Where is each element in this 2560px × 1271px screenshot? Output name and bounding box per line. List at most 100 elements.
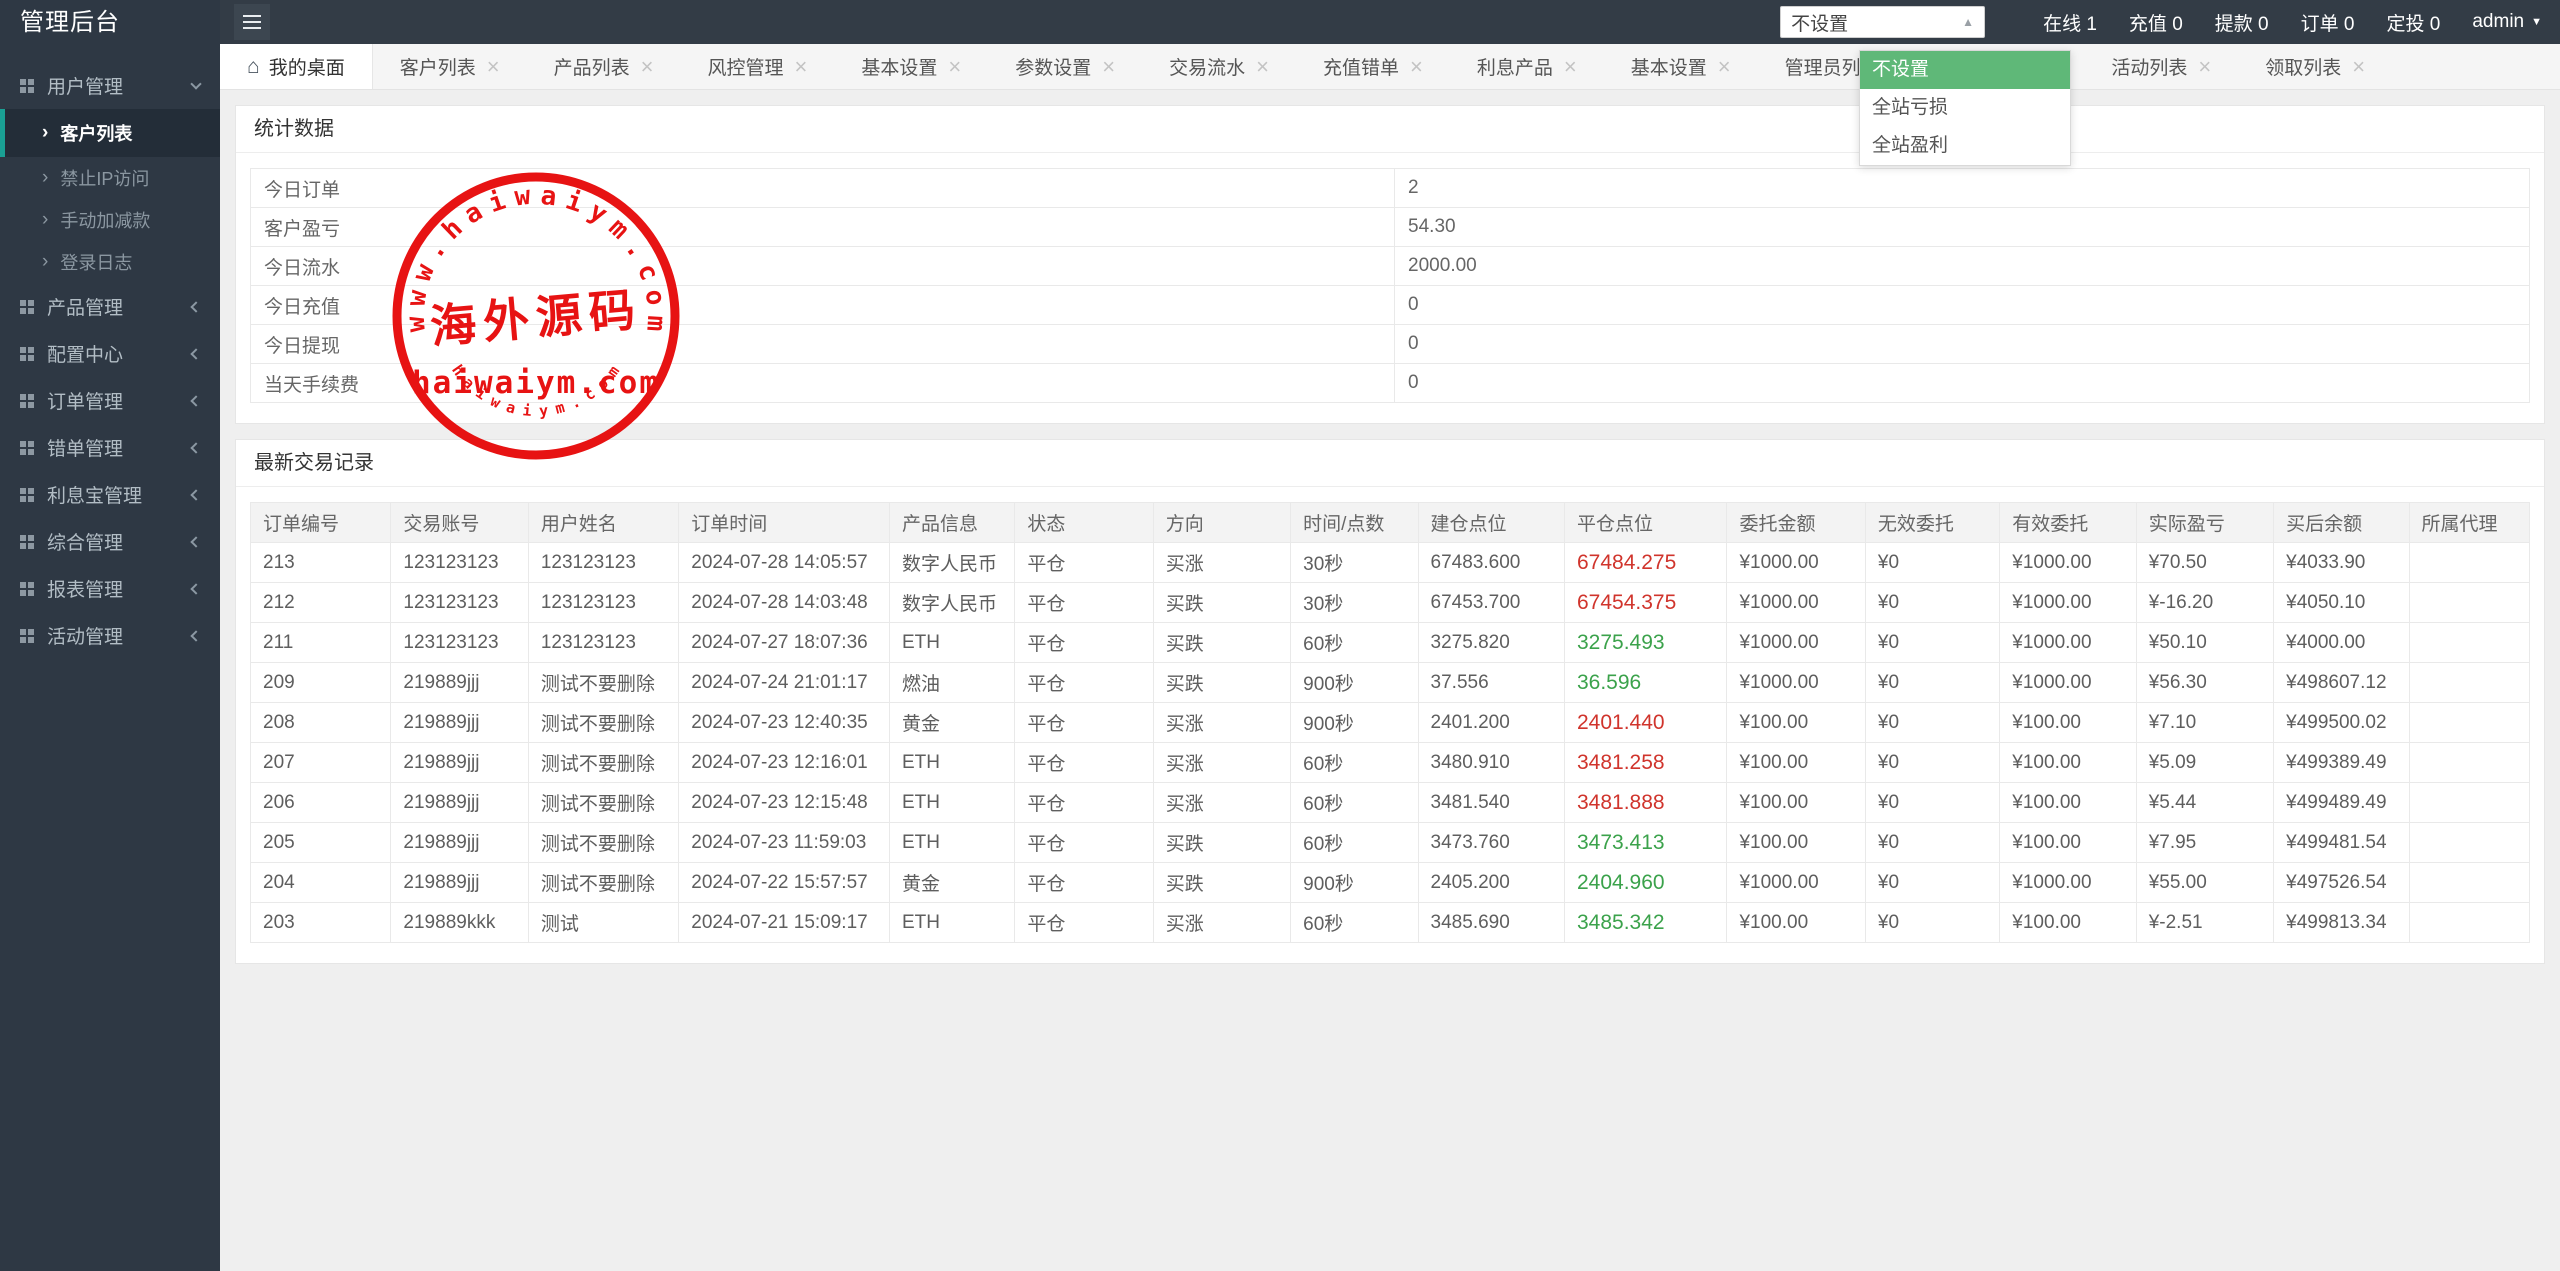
app-title: 管理后台 [20, 9, 120, 36]
sidebar-subitem-label: 客户列表 [60, 124, 133, 144]
tab[interactable]: 利息产品 [1450, 44, 1604, 89]
grid-icon [20, 78, 34, 93]
transaction-cell: 3473.413 [1563, 822, 1728, 863]
transaction-cell: ETH [888, 902, 1016, 943]
tab[interactable]: 风控管理 [680, 44, 834, 89]
sidebar-item[interactable]: 利息宝管理 [0, 471, 220, 518]
chevron-left-icon [190, 300, 202, 313]
transaction-cell: ¥499500.02 [2273, 702, 2410, 743]
transaction-cell: ¥0 [1864, 742, 2001, 783]
column-header: 时间/点数 [1290, 502, 1419, 543]
stat-badge[interactable]: 提款 0 [2215, 9, 2269, 36]
transaction-cell: ¥5.09 [2135, 742, 2275, 783]
transaction-cell: 67484.275 [1563, 542, 1728, 583]
sidebar-item[interactable]: 订单管理 [0, 377, 220, 424]
sidebar-item[interactable]: 产品管理 [0, 283, 220, 330]
transaction-cell: ¥7.10 [2135, 702, 2275, 743]
transaction-cell: 燃油 [888, 662, 1016, 703]
column-header: 买后余额 [2273, 502, 2410, 543]
transaction-cell: 2024-07-23 12:15:48 [678, 782, 890, 823]
transaction-cell: ¥1000.00 [1726, 662, 1866, 703]
tab[interactable]: 领取列表 [2238, 44, 2392, 89]
stamp-center-domain: haiwaiym.com [412, 365, 660, 401]
transaction-cell: 测试 [527, 902, 680, 943]
column-header: 订单编号 [249, 502, 392, 543]
transaction-cell [2408, 542, 2531, 583]
column-header: 实际盈亏 [2135, 502, 2275, 543]
tab[interactable]: 客户列表 [373, 44, 527, 89]
sidebar-subitem[interactable]: › 客户列表 [0, 109, 220, 157]
chevron-left-icon [190, 441, 202, 454]
sidebar-item[interactable]: 报表管理 [0, 565, 220, 612]
sidebar-subitem[interactable]: › 禁止IP访问 [0, 157, 220, 199]
sidebar-item-label: 综合管理 [47, 533, 124, 554]
tab[interactable]: 基本设置 [1604, 44, 1758, 89]
transaction-cell: 3275.820 [1417, 622, 1565, 663]
transaction-cell: 测试不要删除 [527, 822, 680, 863]
transaction-cell [2408, 822, 2531, 863]
transaction-cell: 买涨 [1152, 902, 1292, 943]
dropdown-option[interactable]: 全站亏损 [1860, 89, 2070, 127]
transaction-cell: ¥0 [1864, 782, 2001, 823]
column-header: 建仓点位 [1417, 502, 1565, 543]
tab-label: 我的桌面 [268, 58, 345, 79]
sidebar-item[interactable]: 综合管理 [0, 518, 220, 565]
sidebar-item[interactable]: 错单管理 [0, 424, 220, 471]
stat-badge[interactable]: 充值 0 [2129, 9, 2183, 36]
transaction-cell: 2401.440 [1563, 702, 1728, 743]
sidebar-item[interactable]: 活动管理 [0, 612, 220, 659]
transaction-cell: 测试不要删除 [527, 782, 680, 823]
transaction-cell: ¥1000.00 [1726, 542, 1866, 583]
transaction-cell: ¥1000.00 [1726, 582, 1866, 623]
sidebar-subitem[interactable]: › 手动加减款 [0, 199, 220, 241]
transaction-cell: 60秒 [1290, 742, 1419, 783]
tabstrip: 我的桌面 客户列表 产品列表 风控管理 基本设置 参数设置 交易流水 充值错单 … [220, 44, 2560, 90]
transaction-cell: 37.556 [1417, 662, 1565, 703]
sidebar-item[interactable]: 配置中心 [0, 330, 220, 377]
stat-badge[interactable]: 定投 0 [2387, 9, 2441, 36]
stats-panel-title: 统计数据 [236, 106, 2544, 153]
tab[interactable]: 产品列表 [527, 44, 681, 89]
transaction-cell: ¥100.00 [1999, 742, 2137, 783]
sidebar-item-user-management[interactable]: 用户管理 [0, 62, 220, 109]
sidebar-toggle-button[interactable] [234, 4, 270, 40]
sidebar-subitem-label: 登录日志 [60, 253, 133, 273]
transaction-cell: 123123123 [390, 582, 529, 623]
tab-label: 基本设置 [1630, 58, 1707, 79]
tab[interactable]: 充值错单 [1296, 44, 1450, 89]
tab[interactable]: 基本设置 [834, 44, 988, 89]
sidebar-subitem[interactable]: › 登录日志 [0, 241, 220, 283]
dropdown-option[interactable]: 全站盈利 [1860, 127, 2070, 165]
transaction-cell: 900秒 [1290, 702, 1419, 743]
tab[interactable]: 参数设置 [988, 44, 1142, 89]
transaction-cell: 123123123 [390, 622, 529, 663]
transaction-cell: 2405.200 [1417, 862, 1565, 903]
column-header: 用户姓名 [527, 502, 680, 543]
transaction-cell: 买跌 [1152, 662, 1292, 703]
site-mode-select[interactable]: 不设置 ▲ [1780, 6, 1986, 38]
admin-menu[interactable]: admin ▼ [2472, 11, 2542, 33]
transaction-cell: ¥0 [1864, 542, 2001, 583]
transaction-cell: ¥0 [1864, 622, 2001, 663]
transaction-row: 209 219889jjj 测试不要删除 2024-07-24 21:01:17 燃油平… [249, 662, 2531, 703]
transaction-cell: ¥100.00 [1999, 702, 2137, 743]
tab[interactable]: 活动列表 [2084, 44, 2238, 89]
transaction-cell: 67483.600 [1417, 542, 1565, 583]
transaction-cell: ¥497526.54 [2273, 862, 2410, 903]
sidebar-submenu: › 客户列表 › 禁止IP访问 › 手动加减款 › 登录日志 [0, 109, 220, 283]
transaction-cell [2408, 902, 2531, 943]
transaction-cell: ¥100.00 [1999, 822, 2137, 863]
stat-badge[interactable]: 在线 1 [2043, 9, 2097, 36]
transaction-cell: ETH [888, 742, 1016, 783]
transaction-cell: 平仓 [1014, 582, 1154, 623]
stats-value: 0 [1394, 363, 2530, 403]
sidebar-nav: 用户管理 › 客户列表 › 禁止IP访问 › 手动加减款 › 登录日志 产品管理… [0, 62, 220, 659]
dropdown-option[interactable]: 不设置 [1860, 51, 2070, 89]
grid-icon [20, 581, 34, 596]
transactions-panel: 最新交易记录 订单编号 交易账号 用户姓名 订单时间 产品信息 状态 方向 时间/点数 建仓点位… [235, 439, 2545, 964]
tab[interactable]: 我的桌面 [220, 44, 373, 89]
hamburger-icon [243, 15, 261, 17]
transaction-cell: 买跌 [1152, 862, 1292, 903]
stat-badge[interactable]: 订单 0 [2301, 9, 2355, 36]
tab[interactable]: 交易流水 [1142, 44, 1296, 89]
